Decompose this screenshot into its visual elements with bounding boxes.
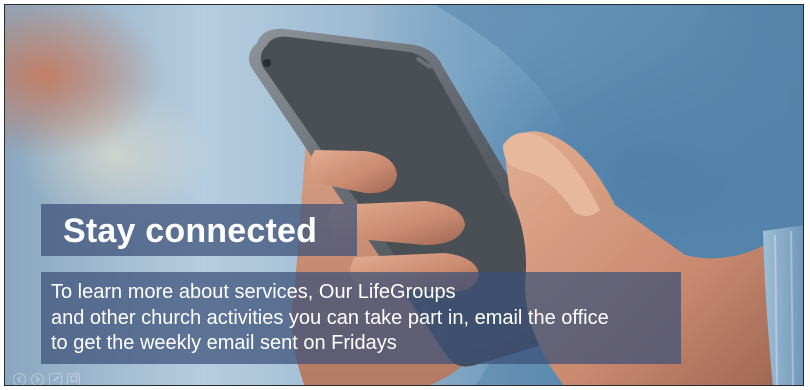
next-slide-icon[interactable] (31, 372, 44, 385)
body-line-2: and other church activities you can take… (51, 307, 609, 329)
slideshow-controls (13, 371, 80, 385)
title-banner: Stay connected (41, 204, 357, 256)
body-line-3: to get the weekly email sent on Fridays (51, 332, 397, 354)
body-line-1: To learn more about services, Our LifeGr… (51, 281, 456, 303)
slides-menu-icon[interactable] (67, 372, 80, 385)
previous-slide-icon[interactable] (13, 372, 26, 385)
body-text-box: To learn more about services, Our LifeGr… (41, 272, 681, 364)
slide-title: Stay connected (63, 212, 318, 250)
slide-frame: Stay connected To learn more about servi… (4, 4, 804, 386)
pen-icon[interactable] (49, 372, 62, 385)
